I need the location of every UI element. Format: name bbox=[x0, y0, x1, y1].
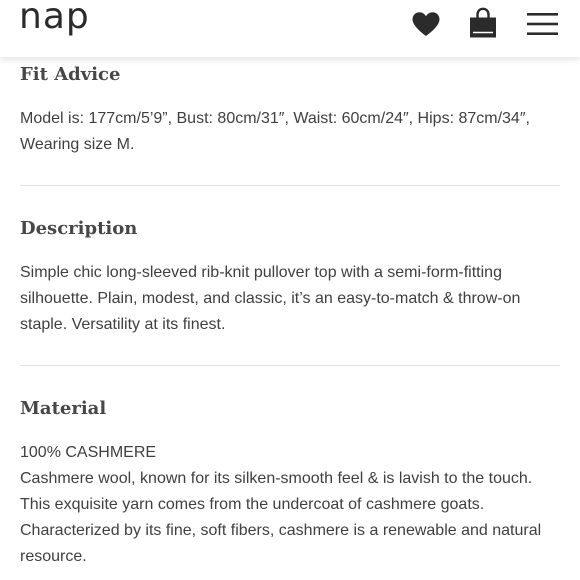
material-line: Characterized by its fine, soft fibers, … bbox=[20, 522, 542, 539]
shopping-bag-icon[interactable] bbox=[468, 7, 498, 39]
hamburger-menu-icon[interactable] bbox=[527, 12, 558, 36]
top-nav-bar: nap bbox=[0, 0, 580, 57]
brand-logo[interactable]: nap bbox=[19, 0, 90, 37]
section-divider bbox=[20, 185, 560, 186]
description-text: Simple chic long-sleeved rib-knit pullov… bbox=[20, 260, 560, 338]
heart-icon[interactable] bbox=[411, 11, 441, 37]
section-divider bbox=[20, 365, 560, 366]
description-line: staple. Versatility at its finest. bbox=[20, 316, 226, 333]
fit-advice-heading: Fit Advice bbox=[20, 64, 121, 85]
description-heading: Description bbox=[20, 218, 138, 239]
material-text: 100% CASHMERE Cashmere wool, known for i… bbox=[20, 440, 560, 570]
material-line: This exquisite yarn comes from the under… bbox=[20, 496, 485, 513]
description-line: Simple chic long-sleeved rib-knit pullov… bbox=[20, 264, 502, 281]
fit-advice-line: Wearing size M. bbox=[20, 136, 135, 153]
fit-advice-text: Model is: 177cm/5’9”, Bust: 80cm/31″, Wa… bbox=[20, 106, 560, 158]
material-line: 100% CASHMERE bbox=[20, 444, 157, 461]
material-heading: Material bbox=[20, 398, 107, 419]
fit-advice-line: Model is: 177cm/5’9”, Bust: 80cm/31″, Wa… bbox=[20, 110, 530, 127]
material-line: resource. bbox=[20, 548, 87, 565]
material-line: Cashmere wool, known for its silken-smoo… bbox=[20, 470, 533, 487]
description-line: silhouette. Plain, modest, and classic, … bbox=[20, 290, 521, 307]
